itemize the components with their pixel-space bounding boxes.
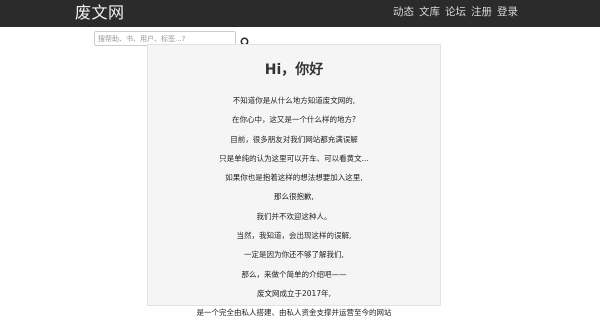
intro-line: 只是单纯的认为这里可以开车、可以看黄文...	[219, 153, 369, 163]
intro-line: 在你心中，这又是一个什么样的地方?	[232, 115, 356, 125]
intro-line: 当然，我知道，会出现这样的误解,	[236, 231, 352, 241]
intro-line: 废文网成立于2017年,	[257, 288, 331, 298]
intro-line: 那么，来做个简单的介绍吧——	[241, 269, 347, 279]
welcome-card: Hi，你好 不知道你是从什么地方知道废文网的, 在你心中，这又是一个什么样的地方…	[147, 44, 441, 317]
intro-line: 目前，很多朋友对我们网站都充满误解	[230, 134, 358, 144]
nav-item-library[interactable]: 文库	[419, 5, 440, 19]
welcome-title: Hi，你好	[264, 62, 324, 78]
nav-links: 动态 文库 论坛 注册 登录	[393, 5, 518, 19]
nav-item-forum[interactable]: 论坛	[445, 5, 466, 19]
intro-line: 那么很抱歉,	[274, 192, 314, 202]
intro-line: 是一个完全由私人搭建、由私人资金支撑并运营至今的网站	[196, 308, 392, 318]
nav-item-register[interactable]: 注册	[471, 5, 492, 19]
intro-line: 不知道你是从什么地方知道废文网的,	[232, 96, 356, 105]
intro-line: 我们并不欢迎这种人。	[256, 211, 332, 221]
top-navbar: 废文网 动态 文库 论坛 注册 登录	[0, 0, 600, 27]
site-logo[interactable]: 废文网	[75, 3, 125, 23]
intro-text: 不知道你是从什么地方知道废文网的, 在你心中，这又是一个什么样的地方? 目前，很…	[148, 91, 440, 323]
intro-line: 一定是因为你还不够了解我们,	[244, 250, 344, 260]
nav-item-login[interactable]: 登录	[497, 5, 518, 19]
nav-item-activity[interactable]: 动态	[393, 5, 414, 19]
search-icon[interactable]	[240, 33, 251, 48]
intro-line: 如果你也是抱着这样的想法想要加入这里,	[225, 173, 363, 183]
